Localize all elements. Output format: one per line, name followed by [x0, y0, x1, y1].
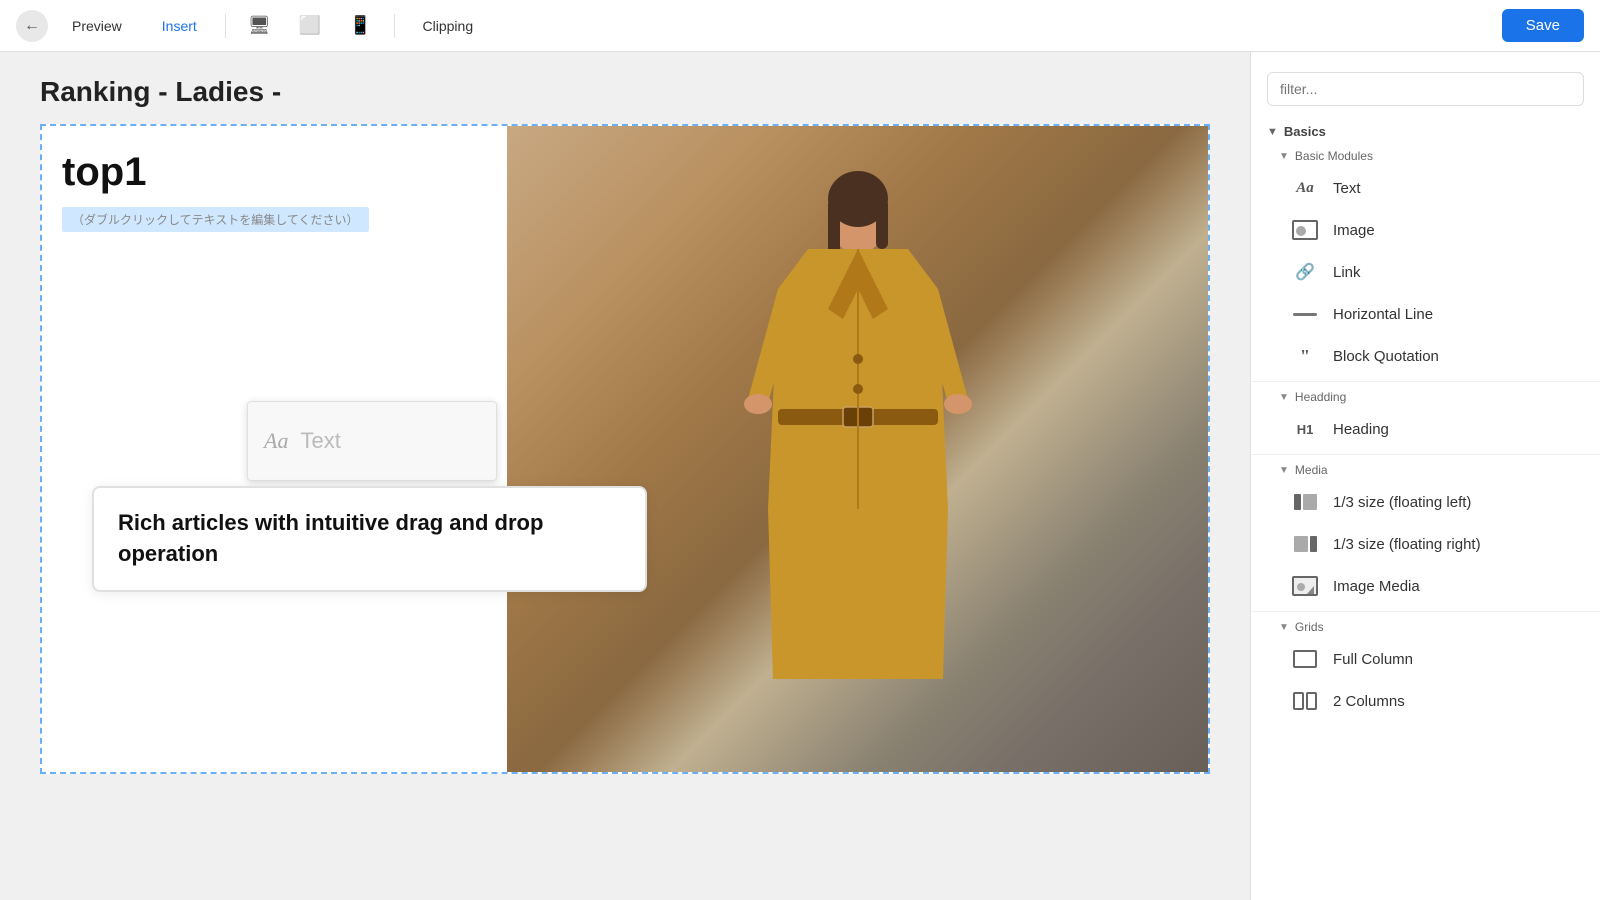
- drag-ghost-aa-icon: Aa: [264, 428, 288, 454]
- device-mobile-button[interactable]: 📱: [339, 9, 381, 42]
- basics-label: Basics: [1284, 124, 1326, 139]
- canvas-image-overlay: [507, 126, 1208, 772]
- sidebar-item-horizontal-line[interactable]: Horizontal Line: [1259, 293, 1592, 335]
- editor-area: Ranking - Ladies - top1 （ダブルクリックしてテキストを編…: [0, 52, 1250, 900]
- tooltip-text: Rich articles with intuitive drag and dr…: [118, 508, 621, 570]
- basic-modules-chevron-icon: ▼: [1279, 151, 1289, 162]
- two-columns-icon: [1291, 690, 1319, 712]
- device-desktop-button[interactable]: 🖥: [238, 9, 281, 42]
- back-icon: ←: [24, 17, 40, 35]
- sidebar-subsection-media-header[interactable]: ▼ Media: [1251, 459, 1600, 481]
- third-left-label: 1/3 size (floating left): [1333, 494, 1471, 511]
- image-media-label: Image Media: [1333, 578, 1420, 595]
- article-canvas[interactable]: top1 （ダブルクリックしてテキストを編集してください） Aa Text: [40, 124, 1210, 774]
- text-icon: Aa: [1291, 177, 1319, 199]
- headding-chevron-icon: ▼: [1279, 392, 1289, 403]
- sidebar-item-heading[interactable]: H1 Heading: [1259, 408, 1592, 450]
- sidebar-item-block-quotation[interactable]: " Block Quotation: [1259, 335, 1592, 377]
- coat-figure-svg: [718, 159, 998, 739]
- third-right-label: 1/3 size (floating right): [1333, 536, 1481, 553]
- sidebar-item-text[interactable]: Aa Text: [1259, 167, 1592, 209]
- media-chevron-icon: ▼: [1279, 465, 1289, 476]
- article-title: Ranking - Ladies -: [40, 76, 1210, 108]
- divider-1: [1251, 381, 1600, 382]
- sidebar-item-image-media[interactable]: Image Media: [1259, 565, 1592, 607]
- heading-icon: H1: [1291, 418, 1319, 440]
- full-column-icon: [1291, 648, 1319, 670]
- sidebar-section-basics: ▼ Basics ▼ Basic Modules Aa Text Imag: [1251, 118, 1600, 722]
- text-label: Text: [1333, 180, 1361, 197]
- back-button[interactable]: ←: [16, 10, 48, 42]
- divider-2: [1251, 454, 1600, 455]
- image-media-icon: [1291, 575, 1319, 597]
- block-quotation-label: Block Quotation: [1333, 348, 1439, 365]
- tooltip-box: Rich articles with intuitive drag and dr…: [92, 486, 647, 592]
- drag-ghost-label: Text: [300, 428, 340, 454]
- save-button[interactable]: Save: [1502, 9, 1584, 42]
- third-left-icon: [1291, 491, 1319, 513]
- two-columns-label: 2 Columns: [1333, 693, 1405, 710]
- sidebar-subsection-headding-header[interactable]: ▼ Headding: [1251, 386, 1600, 408]
- divider-3: [1251, 611, 1600, 612]
- insert-button[interactable]: Insert: [146, 12, 213, 40]
- main-layout: Ranking - Ladies - top1 （ダブルクリックしてテキストを編…: [0, 52, 1600, 900]
- link-icon: 🔗: [1291, 261, 1319, 283]
- sidebar-item-full-column[interactable]: Full Column: [1259, 638, 1592, 680]
- sidebar-item-third-right[interactable]: 1/3 size (floating right): [1259, 523, 1592, 565]
- sidebar-item-link[interactable]: 🔗 Link: [1259, 251, 1592, 293]
- clipping-button[interactable]: Clipping: [407, 12, 490, 40]
- mobile-icon: 📱: [349, 15, 371, 35]
- toolbar-divider-2: [394, 14, 395, 38]
- quote-icon: ": [1291, 345, 1319, 367]
- heading-label: Heading: [1333, 421, 1389, 438]
- sidebar-filter-input[interactable]: [1267, 72, 1584, 106]
- sidebar-filter-container: [1251, 64, 1600, 118]
- grids-label: Grids: [1295, 620, 1324, 634]
- grids-chevron-icon: ▼: [1279, 622, 1289, 633]
- desktop-icon: 🖥: [248, 15, 271, 35]
- sidebar-section-basics-header[interactable]: ▼ Basics: [1251, 118, 1600, 145]
- device-tablet-button[interactable]: ⬜: [289, 9, 331, 42]
- toolbar: ← Preview Insert 🖥 ⬜ 📱 Clipping Save: [0, 0, 1600, 52]
- sidebar-subsection-grids-header[interactable]: ▼ Grids: [1251, 616, 1600, 638]
- toolbar-divider-1: [225, 14, 226, 38]
- drag-ghost-text-module: Aa Text: [247, 401, 497, 481]
- full-column-label: Full Column: [1333, 651, 1413, 668]
- canvas-top1[interactable]: top1: [62, 150, 487, 195]
- headding-label: Headding: [1295, 390, 1346, 404]
- sidebar-subsection-basic-modules-header[interactable]: ▼ Basic Modules: [1251, 145, 1600, 167]
- basic-modules-label: Basic Modules: [1295, 149, 1373, 163]
- third-right-icon: [1291, 533, 1319, 555]
- image-icon: [1291, 219, 1319, 241]
- sidebar: ▼ Basics ▼ Basic Modules Aa Text Imag: [1250, 52, 1600, 900]
- canvas-left: top1 （ダブルクリックしてテキストを編集してください） Aa Text: [42, 126, 507, 772]
- hr-label: Horizontal Line: [1333, 306, 1433, 323]
- tablet-icon: ⬜: [299, 15, 321, 35]
- canvas-placeholder[interactable]: （ダブルクリックしてテキストを編集してください）: [62, 207, 369, 232]
- preview-button[interactable]: Preview: [56, 12, 138, 40]
- canvas-image-area: [507, 126, 1208, 772]
- sidebar-item-2-columns[interactable]: 2 Columns: [1259, 680, 1592, 722]
- sidebar-item-image[interactable]: Image: [1259, 209, 1592, 251]
- sidebar-item-third-left[interactable]: 1/3 size (floating left): [1259, 481, 1592, 523]
- hr-icon: [1291, 303, 1319, 325]
- link-label: Link: [1333, 264, 1361, 281]
- basics-chevron-icon: ▼: [1267, 126, 1278, 138]
- media-label: Media: [1295, 463, 1328, 477]
- image-label: Image: [1333, 222, 1375, 239]
